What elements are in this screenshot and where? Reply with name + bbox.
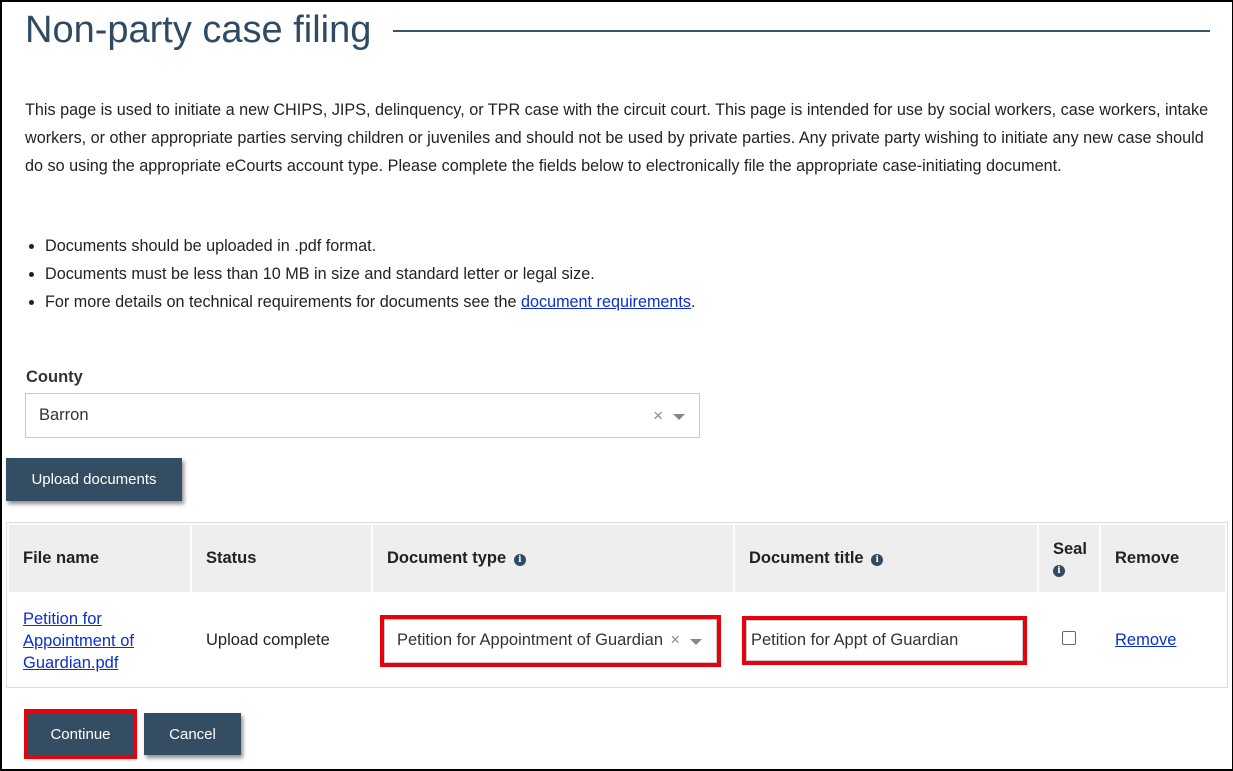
requirement-text: For more details on technical requiremen… [45,293,521,311]
header-seal: Seal i [1039,525,1099,592]
status-cell: Upload complete [206,631,330,649]
clear-icon[interactable]: × [670,631,680,650]
document-type-select[interactable]: Petition for Appointment of Guardian × [380,614,721,667]
intro-text: This page is used to initiate a new CHIP… [25,101,1209,175]
file-name-cell: Petition for Appointment of Guardian.pdf [9,594,190,687]
requirement-item: Documents must be less than 10 MB in siz… [45,260,1210,288]
continue-button[interactable]: Continue [24,709,137,759]
header-status: Status [192,525,371,592]
document-title-input[interactable] [742,616,1027,665]
requirement-item: Documents should be uploaded in .pdf for… [45,232,1210,260]
document-title-cell [735,594,1037,687]
header-file-name: File name [9,525,190,592]
documents-table: File name Status Document type i Documen… [6,522,1228,688]
chevron-down-icon[interactable] [690,638,702,645]
cancel-button[interactable]: Cancel [144,713,241,755]
remove-cell: Remove [1101,594,1225,687]
header-seal-label: Seal [1053,539,1087,558]
file-name-link[interactable]: Petition for Appointment of Guardian.pdf [23,608,163,674]
county-select[interactable]: Barron × [25,393,700,438]
info-icon[interactable]: i [513,554,526,566]
table-header-row: File name Status Document type i Documen… [9,525,1225,592]
form-actions: Continue Cancel [24,709,241,759]
page-title: Non-party case filing [25,8,372,51]
header-document-title: Document title i [735,525,1037,592]
info-icon[interactable]: i [1053,564,1065,577]
header-document-title-label: Document title [749,549,864,567]
document-type-value: Petition for Appointment of Guardian [397,631,663,649]
remove-link[interactable]: Remove [1115,631,1176,649]
clear-icon[interactable]: × [653,406,663,426]
table-row: Petition for Appointment of Guardian.pdf… [9,594,1225,687]
requirement-suffix: . [691,293,696,311]
header-document-type-label: Document type [387,549,507,567]
page-header: Non-party case filing [25,6,1210,54]
info-icon[interactable]: i [871,554,884,566]
county-label: County [26,368,83,386]
upload-documents-button[interactable]: Upload documents [6,458,182,501]
document-type-cell: Petition for Appointment of Guardian × [373,594,733,687]
header-document-type: Document type i [373,525,733,592]
header-remove: Remove [1101,525,1225,592]
county-value: Barron [39,406,89,424]
seal-cell [1039,594,1099,687]
seal-checkbox[interactable] [1062,631,1076,645]
chevron-down-icon[interactable] [673,413,685,420]
document-requirements-link[interactable]: document requirements [521,293,691,311]
title-divider [393,30,1210,32]
requirements-list: Documents should be uploaded in .pdf for… [25,232,1210,316]
requirement-item: For more details on technical requiremen… [45,288,1210,316]
